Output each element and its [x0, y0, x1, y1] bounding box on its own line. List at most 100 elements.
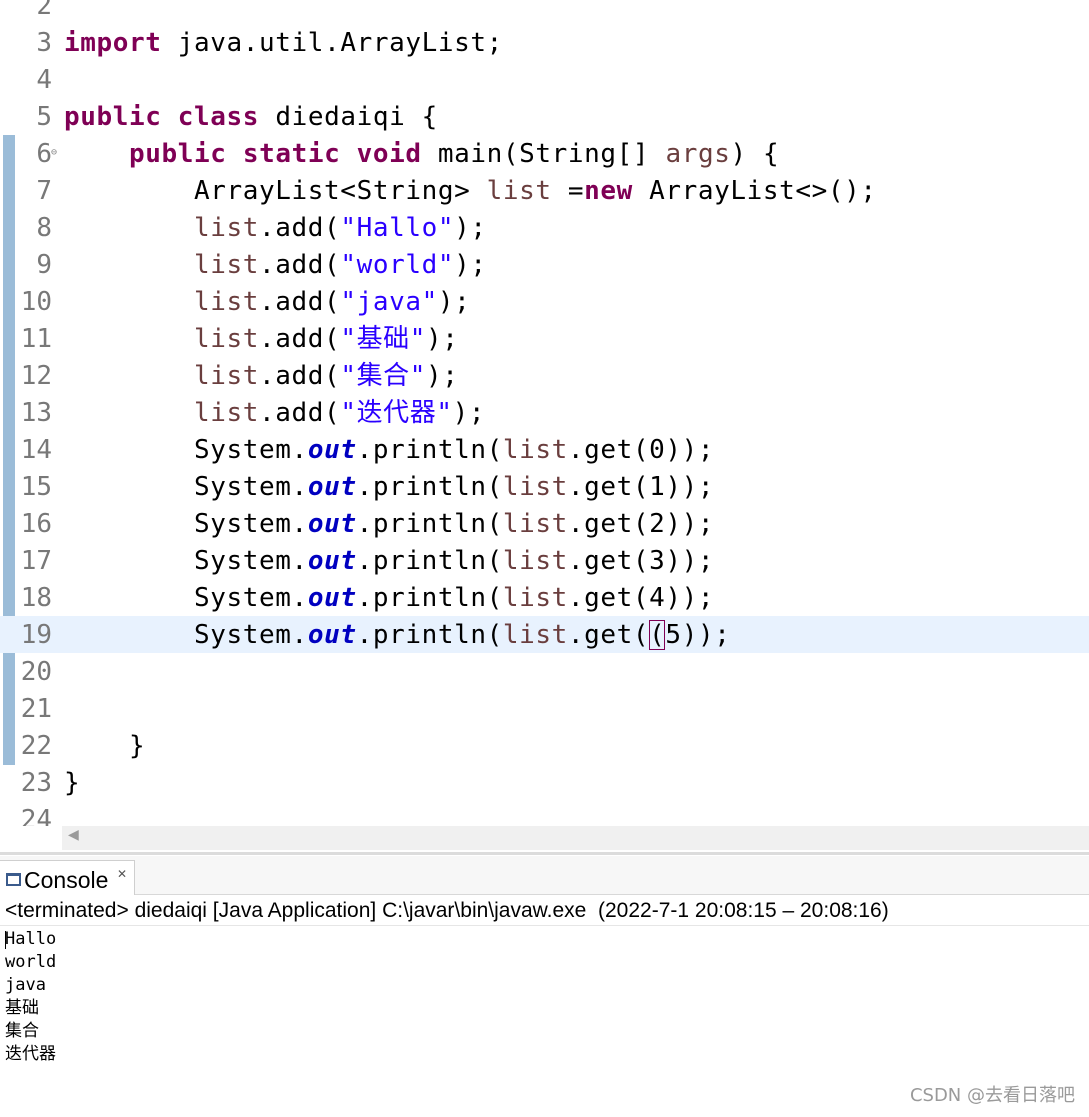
console-status: <terminated> diedaiqi [Java Application]…	[5, 899, 889, 922]
code-line[interactable]: 22 }	[0, 727, 1089, 764]
static-field: out	[307, 472, 357, 502]
output-line: world	[5, 952, 57, 972]
code-line[interactable]: 7 ArrayList<String> list =new ArrayList<…	[0, 172, 1089, 209]
string-literal: "Hallo"	[340, 213, 455, 243]
code-token: ));	[665, 435, 715, 465]
code-line[interactable]: 16 System.out.println(list.get(2));	[0, 505, 1089, 542]
scrollbar-gap	[0, 826, 62, 850]
output-line: 集合	[5, 1021, 39, 1041]
code-line[interactable]: 2	[0, 0, 1089, 24]
code-token: );	[437, 287, 471, 317]
code-line[interactable]: 15 System.out.println(list.get(1));	[0, 468, 1089, 505]
code-line[interactable]: 14 System.out.println(list.get(0));	[0, 431, 1089, 468]
code-token: }	[129, 731, 146, 761]
variable: list	[502, 435, 568, 465]
line-number: 3	[36, 28, 52, 58]
line-number: 17	[20, 546, 52, 576]
code-token: );	[426, 324, 459, 354]
code-token: .println(	[356, 472, 503, 502]
variable: list	[194, 287, 260, 317]
code-token: .add(	[259, 213, 341, 243]
pane-separator[interactable]	[0, 852, 1089, 855]
code-line-current[interactable]: 19 System.out.println(list.get((5));	[0, 616, 1089, 653]
code-text: list.add("java");	[64, 287, 470, 317]
variable: list	[502, 546, 568, 576]
code-token: System.	[194, 435, 308, 465]
number-literal: 1	[649, 472, 666, 502]
fold-collapse-icon[interactable]: ⊖	[51, 148, 57, 158]
code-line[interactable]: 9 list.add("world");	[0, 246, 1089, 283]
matching-bracket: (	[649, 620, 666, 650]
code-text: import java.util.ArrayList;	[64, 28, 503, 58]
code-token: System.	[194, 583, 308, 613]
tab-console[interactable]: Console ✕	[0, 860, 135, 895]
code-line[interactable]: 4	[0, 61, 1089, 98]
variable: list	[502, 472, 568, 502]
code-line[interactable]: 6 ⊖ public static void main(String[] arg…	[0, 135, 1089, 172]
variable: list	[502, 509, 568, 539]
line-number: 5	[36, 102, 52, 132]
code-token: diedaiqi {	[259, 102, 438, 132]
code-line[interactable]: 18 System.out.println(list.get(4));	[0, 579, 1089, 616]
code-line[interactable]: 12 list.add("集合");	[0, 357, 1089, 394]
variable: list	[194, 250, 260, 280]
static-field: out	[307, 620, 357, 650]
code-text: list.add("集合");	[64, 361, 459, 391]
line-number: 13	[20, 398, 52, 428]
code-token: ));	[665, 546, 715, 576]
number-literal: 2	[649, 509, 666, 539]
variable: list	[194, 361, 260, 391]
output-line: java	[5, 975, 46, 995]
code-line[interactable]: 3 import java.util.ArrayList;	[0, 24, 1089, 61]
code-line[interactable]: 21	[0, 690, 1089, 727]
line-number: 8	[36, 213, 52, 243]
line-number: 10	[20, 287, 52, 317]
code-token: .println(	[356, 435, 503, 465]
code-token: );	[454, 250, 487, 280]
code-token: =	[551, 176, 585, 206]
code-token: .println(	[356, 583, 503, 613]
horizontal-scrollbar[interactable]: ◀	[62, 826, 1089, 850]
scroll-left-arrow-icon[interactable]: ◀	[68, 827, 79, 843]
code-token: );	[426, 361, 459, 391]
output-line: Hallo	[5, 929, 57, 949]
code-token: ) {	[730, 139, 780, 169]
line-number: 14	[20, 435, 52, 465]
code-line[interactable]: 5 public class diedaiqi {	[0, 98, 1089, 135]
code-token: System.	[194, 472, 308, 502]
line-number: 15	[20, 472, 52, 502]
line-number: 21	[20, 694, 52, 724]
line-number: 24	[20, 805, 52, 826]
code-line[interactable]: 11 list.add("基础");	[0, 320, 1089, 357]
close-icon[interactable]: ✕	[117, 867, 127, 881]
code-line[interactable]: 13 list.add("迭代器");	[0, 394, 1089, 431]
output-line: 迭代器	[5, 1044, 56, 1064]
code-text: ArrayList<String> list =new ArrayList<>(…	[64, 176, 877, 206]
code-line[interactable]: 24	[0, 801, 1089, 826]
code-token: .get(	[567, 546, 650, 576]
console-output[interactable]: Hallo world java 基础 集合 迭代器	[5, 928, 56, 1066]
code-token: .println(	[356, 509, 503, 539]
static-field: out	[307, 509, 357, 539]
code-text: }	[64, 731, 145, 761]
code-token: ArrayList<>();	[632, 176, 877, 206]
code-lines[interactable]: 2 3 import java.util.ArrayList; 4 5 publ…	[0, 0, 1089, 826]
code-token: .println(	[356, 546, 503, 576]
code-line[interactable]: 20	[0, 653, 1089, 690]
code-text: }	[64, 768, 80, 798]
line-number: 2	[36, 0, 52, 21]
code-line[interactable]: 8 list.add("Hallo");	[0, 209, 1089, 246]
divider	[0, 925, 1089, 926]
code-text: public class diedaiqi {	[64, 102, 438, 132]
line-number: 19	[20, 620, 52, 650]
string-literal: "基础"	[340, 324, 427, 354]
console-icon	[6, 873, 21, 886]
code-line[interactable]: 10 list.add("java");	[0, 283, 1089, 320]
code-line[interactable]: 23 }	[0, 764, 1089, 801]
code-editor[interactable]: 2 3 import java.util.ArrayList; 4 5 publ…	[0, 0, 1089, 826]
code-token: System.	[194, 546, 308, 576]
code-token: .add(	[259, 287, 341, 317]
number-literal: 5	[665, 620, 682, 650]
code-line[interactable]: 17 System.out.println(list.get(3));	[0, 542, 1089, 579]
string-literal: "java"	[340, 287, 438, 317]
